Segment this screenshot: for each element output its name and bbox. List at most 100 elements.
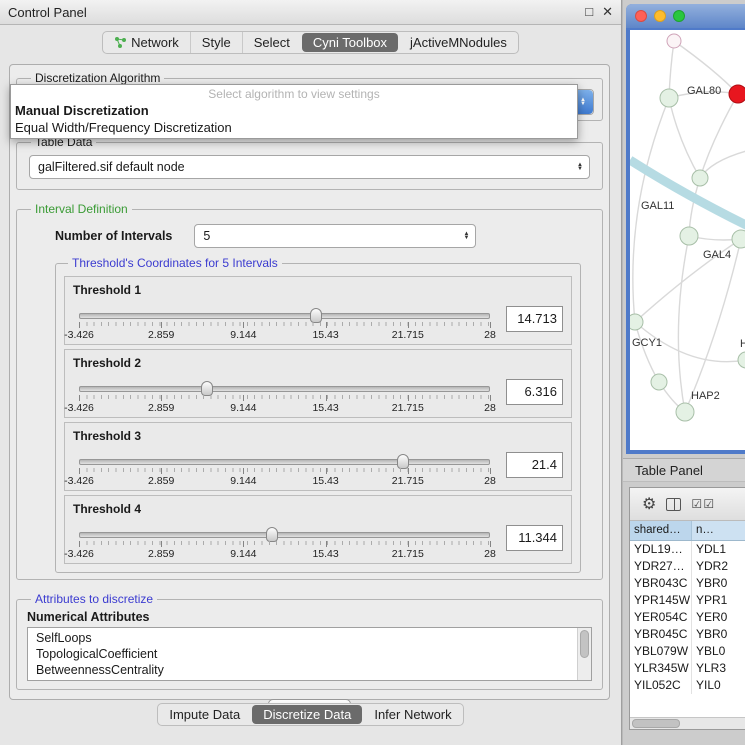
network-edge[interactable] <box>685 239 741 412</box>
major-tick <box>79 322 80 328</box>
slider-thumb-icon[interactable] <box>310 308 322 323</box>
major-tick <box>243 468 244 474</box>
combobox-arrows-icon[interactable]: ▲▼ <box>461 232 471 240</box>
network-node[interactable] <box>630 314 643 330</box>
control-panel-titlebar[interactable]: Control Panel □ ✕ <box>0 0 621 25</box>
major-tick <box>243 322 244 328</box>
table-row[interactable]: YDL19…YDL1 <box>630 541 745 558</box>
threshold-slider[interactable]: -3.4262.8599.14415.4321.71528 <box>79 525 490 560</box>
tab-label: Cyni Toolbox <box>313 35 387 50</box>
combobox-arrows-icon[interactable]: ▲▼ <box>575 163 585 171</box>
columns-icon[interactable] <box>666 498 681 511</box>
network-window-titlebar[interactable] <box>626 4 745 28</box>
table-data-combobox[interactable]: galFiltered.sif default node ▲▼ <box>29 155 590 179</box>
tab-jactivemnodules[interactable]: jActiveMNodules <box>399 32 518 53</box>
threshold-slider[interactable]: -3.4262.8599.14415.4321.71528 <box>79 306 490 341</box>
tick-label: 28 <box>484 475 496 487</box>
threshold-slider-row: -3.4262.8599.14415.4321.71528 11.344 <box>73 525 563 560</box>
interval-definition-group: Interval Definition Number of Intervals … <box>16 202 603 580</box>
network-node[interactable] <box>676 403 694 421</box>
network-edge[interactable] <box>669 98 700 178</box>
popup-option-manual-discretization[interactable]: Manual Discretization <box>11 102 577 119</box>
tick-label: 9.144 <box>230 402 256 414</box>
numerical-attributes-list[interactable]: SelfLoopsTopologicalCoefficientBetweenne… <box>27 627 592 681</box>
tab-label: Discretize Data <box>263 707 351 722</box>
network-edge[interactable] <box>630 160 745 228</box>
slider-ticks <box>79 322 490 328</box>
node-label: GCY1 <box>632 337 662 349</box>
tick-label: -3.426 <box>64 475 94 487</box>
table-row[interactable]: YER054CYER0 <box>630 609 745 626</box>
slider-track[interactable] <box>79 313 490 319</box>
network-node[interactable] <box>729 85 745 103</box>
network-node[interactable] <box>692 170 708 186</box>
scrollbar-thumb[interactable] <box>632 719 680 728</box>
threshold-label: Threshold 1 <box>73 283 563 297</box>
minimize-icon[interactable]: □ <box>585 4 593 20</box>
tab-network[interactable]: Network <box>103 32 190 53</box>
threshold-value-field[interactable]: 14.713 <box>506 306 563 332</box>
slider-thumb-icon[interactable] <box>397 454 409 469</box>
table-row[interactable]: YDR27…YDR2 <box>630 558 745 575</box>
list-item[interactable]: TopologicalCoefficient <box>36 646 591 662</box>
popup-option-equal-width-frequency[interactable]: Equal Width/Frequency Discretization <box>11 119 577 136</box>
threshold-value-field[interactable]: 11.344 <box>506 525 563 551</box>
threshold-slider-row: -3.4262.8599.14415.4321.71528 14.713 <box>73 306 563 341</box>
minimize-traffic-light-icon[interactable] <box>654 10 666 22</box>
network-node[interactable] <box>660 89 678 107</box>
tab-label: Infer Network <box>374 707 451 722</box>
table-row[interactable]: YBR043CYBR0 <box>630 575 745 592</box>
tab-style[interactable]: Style <box>190 32 242 53</box>
number-of-intervals-value: 5 <box>203 229 461 243</box>
slider-thumb-icon[interactable] <box>201 381 213 396</box>
close-icon[interactable]: ✕ <box>602 4 613 20</box>
scrollbar-thumb[interactable] <box>580 630 589 658</box>
table-row[interactable]: YBR045CYBR0 <box>630 626 745 643</box>
list-item[interactable]: SelfLoops <box>36 630 591 646</box>
tab-cyni-toolbox[interactable]: Cyni Toolbox <box>302 33 398 52</box>
cell-shared-name: YBR043C <box>630 575 692 592</box>
column-header-shared-name[interactable]: shared… <box>630 521 692 540</box>
horizontal-scrollbar[interactable] <box>630 717 745 729</box>
number-of-intervals-combobox[interactable]: 5 ▲▼ <box>194 224 476 248</box>
threshold-slider-row: -3.4262.8599.14415.4321.71528 21.4 <box>73 452 563 487</box>
table-row[interactable]: YIL052CYIL0 <box>630 677 745 694</box>
network-node[interactable] <box>667 34 681 48</box>
slider-thumb-icon[interactable] <box>266 527 278 542</box>
network-edge[interactable] <box>678 236 689 412</box>
slider-track[interactable] <box>79 386 490 392</box>
slider-track[interactable] <box>79 532 490 538</box>
tab-select[interactable]: Select <box>242 32 301 53</box>
threshold-value-field[interactable]: 21.4 <box>506 452 563 478</box>
tab-impute-data[interactable]: Impute Data <box>158 704 251 725</box>
tab-discretize-data[interactable]: Discretize Data <box>252 705 362 724</box>
tick-label: 2.859 <box>148 329 174 341</box>
window-buttons: □ ✕ <box>585 4 613 20</box>
threshold-value-field[interactable]: 6.316 <box>506 379 563 405</box>
threshold-slider[interactable]: -3.4262.8599.14415.4321.71528 <box>79 379 490 414</box>
column-header-name[interactable]: n… <box>692 521 745 540</box>
gear-icon[interactable]: ⚙ <box>642 494 656 514</box>
attributes-scrollbar[interactable] <box>577 628 591 680</box>
table-row[interactable]: YLR345WYLR3 <box>630 660 745 677</box>
network-node[interactable] <box>651 374 667 390</box>
network-canvas[interactable]: GAL80GAL11GAL4GCY1HAP2H <box>630 30 745 450</box>
close-traffic-light-icon[interactable] <box>635 10 647 22</box>
node-label: GAL11 <box>641 200 674 212</box>
network-node[interactable] <box>680 227 698 245</box>
list-item[interactable]: BetweennessCentrality <box>36 662 591 678</box>
tab-infer-network[interactable]: Infer Network <box>363 704 462 725</box>
network-node[interactable] <box>732 230 745 248</box>
cell-name: YBR0 <box>692 575 745 592</box>
cell-shared-name: YLR345W <box>630 660 692 677</box>
bottom-tab-group: Impute Data Discretize Data Infer Network <box>157 703 463 726</box>
network-node[interactable] <box>738 352 745 368</box>
threshold-label: Threshold 4 <box>73 502 563 516</box>
network-edge[interactable] <box>700 94 738 178</box>
zoom-traffic-light-icon[interactable] <box>673 10 685 22</box>
table-row[interactable]: YBL079WYBL0 <box>630 643 745 660</box>
checkbox-icons[interactable]: ☑ ☑ <box>691 497 713 511</box>
slider-track[interactable] <box>79 459 490 465</box>
table-row[interactable]: YPR145WYPR1 <box>630 592 745 609</box>
threshold-slider[interactable]: -3.4262.8599.14415.4321.71528 <box>79 452 490 487</box>
